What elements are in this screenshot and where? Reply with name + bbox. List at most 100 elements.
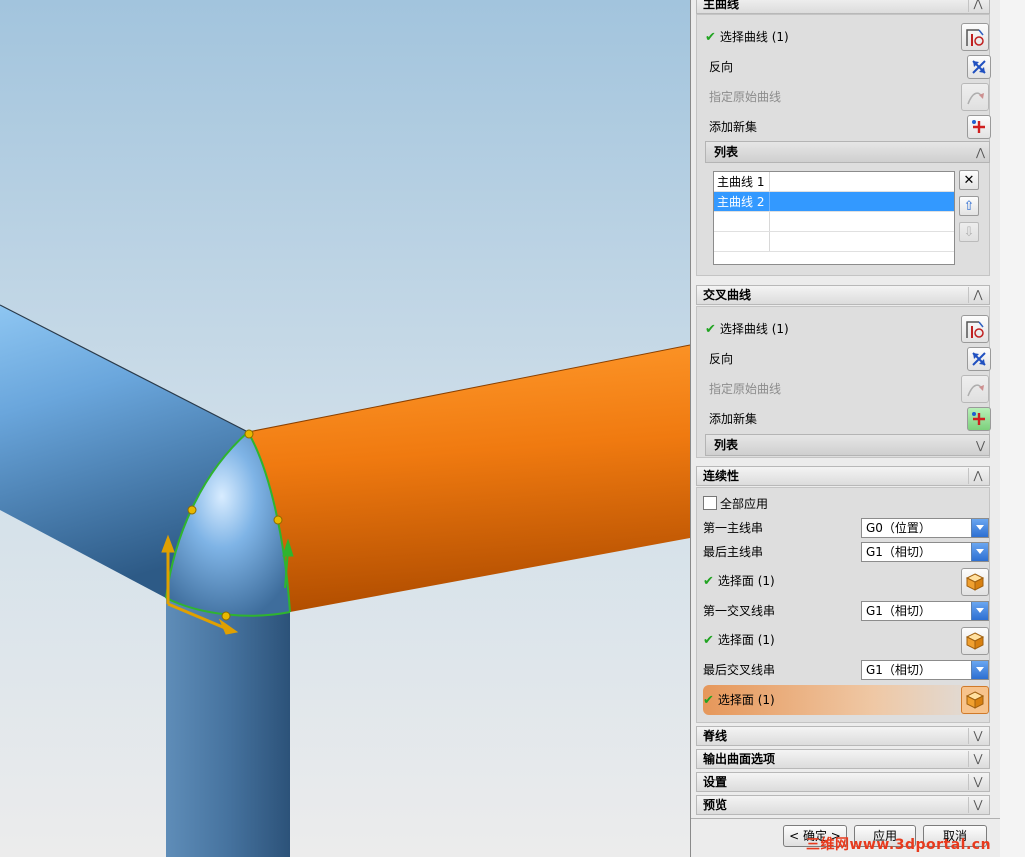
select-curve-label: 选择曲线 (1) — [719, 322, 789, 336]
reverse-button[interactable] — [967, 55, 991, 79]
control-point[interactable] — [273, 515, 283, 525]
face-select-button-active[interactable] — [961, 686, 989, 714]
first-cross-label: 第一交叉线串 — [703, 604, 776, 618]
dropdown-arrow-icon[interactable] — [971, 519, 988, 537]
arrow-up-icon: ⇧ — [963, 198, 975, 214]
checkmark-icon: ✔ — [705, 30, 716, 45]
section-header-spine[interactable]: 脊线 ⋁ — [696, 726, 990, 746]
checkmark-icon: ✔ — [703, 633, 714, 648]
specify-origin-label: 指定原始曲线 — [709, 90, 782, 104]
reverse-button[interactable] — [967, 347, 991, 371]
apply-all-checkbox-row[interactable]: 全部应用 — [703, 494, 768, 514]
primary-curve-list[interactable]: 主曲线 1 主曲线 2 — [713, 171, 955, 265]
arrow-down-icon: ⇩ — [963, 224, 975, 240]
section-title: 设置 — [703, 775, 728, 789]
select-curve-label: 选择曲线 (1) — [719, 30, 789, 44]
collapse-icon[interactable]: ⋀ — [976, 143, 985, 163]
collapse-icon[interactable]: ⋀ — [968, 0, 987, 12]
list-item-label: 主曲线 1 — [714, 172, 770, 191]
reverse-label: 反向 — [709, 352, 734, 366]
section-header-primary[interactable]: 主曲线 ⋀ — [696, 0, 990, 14]
select-face-row[interactable]: ✔ 选择面 (1) — [703, 630, 775, 650]
move-up-button[interactable]: ⇧ — [959, 196, 979, 216]
select-face-label: 选择面 (1) — [717, 633, 775, 647]
last-primary-select[interactable]: G1（相切） — [861, 542, 989, 562]
select-value: G1（相切） — [866, 604, 931, 618]
close-icon: ✕ — [963, 172, 975, 188]
origin-curve-button[interactable] — [961, 375, 989, 403]
section-header-output-options[interactable]: 输出曲面选项 ⋁ — [696, 749, 990, 769]
list-title: 列表 — [714, 438, 739, 452]
add-new-set-button[interactable] — [967, 407, 991, 431]
curve-select-button[interactable] — [961, 23, 989, 51]
last-cross-label: 最后交叉线串 — [703, 663, 776, 677]
control-point[interactable] — [221, 611, 231, 621]
select-value: G1（相切） — [866, 663, 931, 677]
expand-icon[interactable]: ⋁ — [968, 728, 987, 744]
expand-icon[interactable]: ⋁ — [968, 774, 987, 790]
section-header-preview[interactable]: 预览 ⋁ — [696, 795, 990, 815]
select-curve-row[interactable]: ✔ 选择曲线 (1) — [705, 27, 789, 47]
face-select-button[interactable] — [961, 568, 989, 596]
dropdown-arrow-icon[interactable] — [971, 602, 988, 620]
select-curve-row[interactable]: ✔ 选择曲线 (1) — [705, 319, 789, 339]
checkmark-icon: ✔ — [705, 322, 716, 337]
dropdown-arrow-icon[interactable] — [971, 661, 988, 679]
section-title: 主曲线 — [703, 0, 740, 11]
checkmark-icon: ✔ — [703, 693, 714, 708]
add-new-set-button[interactable] — [967, 115, 991, 139]
checkmark-icon: ✔ — [703, 574, 714, 589]
first-cross-select[interactable]: G1（相切） — [861, 601, 989, 621]
apply-all-label: 全部应用 — [720, 497, 769, 511]
right-edge-strip — [1000, 0, 1025, 857]
control-point[interactable] — [244, 429, 254, 439]
add-new-set-label: 添加新集 — [709, 120, 758, 134]
list-item-empty — [714, 212, 954, 232]
expand-icon[interactable]: ⋁ — [968, 797, 987, 813]
section-title: 输出曲面选项 — [703, 752, 776, 766]
first-primary-label: 第一主线串 — [703, 521, 764, 535]
section-body-cross: ✔ 选择曲线 (1) 反向 指定原始曲线 添加新集 列表 ⋁ — [696, 306, 991, 458]
reverse-label: 反向 — [709, 60, 734, 74]
last-primary-label: 最后主线串 — [703, 545, 764, 559]
select-face-row[interactable]: ✔ 选择面 (1) — [703, 690, 775, 710]
origin-curve-button[interactable] — [961, 83, 989, 111]
dropdown-arrow-icon[interactable] — [971, 543, 988, 561]
section-header-continuity[interactable]: 连续性 ⋀ — [696, 466, 990, 486]
control-point[interactable] — [187, 505, 197, 515]
section-title: 交叉曲线 — [703, 288, 752, 302]
collapse-icon[interactable]: ⋀ — [968, 468, 987, 484]
select-face-label: 选择面 (1) — [717, 574, 775, 588]
select-value: G1（相切） — [866, 545, 931, 559]
list-item[interactable]: 主曲线 1 — [714, 172, 954, 192]
section-header-cross[interactable]: 交叉曲线 ⋀ — [696, 285, 990, 305]
first-primary-select[interactable]: G0（位置） — [861, 518, 989, 538]
list-item-empty — [714, 232, 954, 252]
list-item-label: 主曲线 2 — [714, 192, 770, 211]
expand-icon[interactable]: ⋁ — [976, 436, 985, 456]
list-header-primary[interactable]: 列表 ⋀ — [705, 141, 990, 163]
remove-button[interactable]: ✕ — [959, 170, 979, 190]
section-title: 预览 — [703, 798, 728, 812]
specify-origin-label: 指定原始曲线 — [709, 382, 782, 396]
section-header-settings[interactable]: 设置 ⋁ — [696, 772, 990, 792]
select-value: G0（位置） — [866, 521, 931, 535]
section-title: 连续性 — [703, 469, 740, 483]
face-select-button[interactable] — [961, 627, 989, 655]
move-down-button[interactable]: ⇩ — [959, 222, 979, 242]
apply-all-checkbox[interactable] — [703, 496, 717, 510]
last-cross-select[interactable]: G1（相切） — [861, 660, 989, 680]
section-title: 脊线 — [703, 729, 728, 743]
expand-icon[interactable]: ⋁ — [968, 751, 987, 767]
select-face-row[interactable]: ✔ 选择面 (1) — [703, 571, 775, 591]
add-new-set-label: 添加新集 — [709, 412, 758, 426]
list-header-cross[interactable]: 列表 ⋁ — [705, 434, 990, 456]
vertical-tube — [166, 598, 290, 857]
graphics-viewport[interactable] — [0, 0, 690, 857]
collapse-icon[interactable]: ⋀ — [968, 287, 987, 303]
list-title: 列表 — [714, 145, 739, 159]
list-item-selected[interactable]: 主曲线 2 — [714, 192, 954, 212]
styled-blend-dialog: 主曲线 ⋀ ✔ 选择曲线 (1) 反向 指定原始曲线 添加新集 列表 ⋀ 主曲线 … — [690, 0, 1001, 857]
curve-select-button[interactable] — [961, 315, 989, 343]
select-face-label: 选择面 (1) — [717, 693, 775, 707]
